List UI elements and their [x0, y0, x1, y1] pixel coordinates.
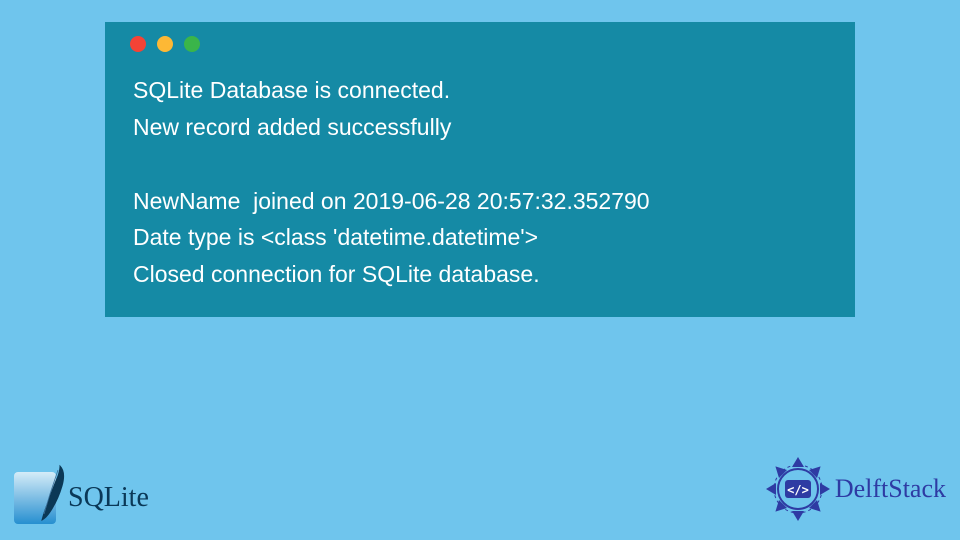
- feather-icon: [40, 464, 68, 522]
- terminal-output: SQLite Database is connected. New record…: [105, 60, 855, 297]
- output-line: New record added successfully: [133, 109, 827, 146]
- sqlite-logo: SQLite: [14, 472, 149, 524]
- minimize-icon[interactable]: [157, 36, 173, 52]
- maximize-icon[interactable]: [184, 36, 200, 52]
- terminal-window: SQLite Database is connected. New record…: [105, 22, 855, 317]
- delftstack-logo: </> DelftStack: [763, 454, 946, 524]
- output-line: [133, 146, 827, 183]
- output-line: SQLite Database is connected.: [133, 72, 827, 109]
- window-controls: [105, 22, 855, 60]
- output-line: Date type is <class 'datetime.datetime'>: [133, 219, 827, 256]
- delftstack-label: DelftStack: [835, 474, 946, 504]
- output-line: NewName joined on 2019-06-28 20:57:32.35…: [133, 183, 827, 220]
- delftstack-badge-icon: </>: [763, 454, 833, 524]
- close-icon[interactable]: [130, 36, 146, 52]
- output-line: Closed connection for SQLite database.: [133, 256, 827, 293]
- svg-text:</>: </>: [787, 483, 809, 497]
- sqlite-label: SQLite: [68, 482, 149, 514]
